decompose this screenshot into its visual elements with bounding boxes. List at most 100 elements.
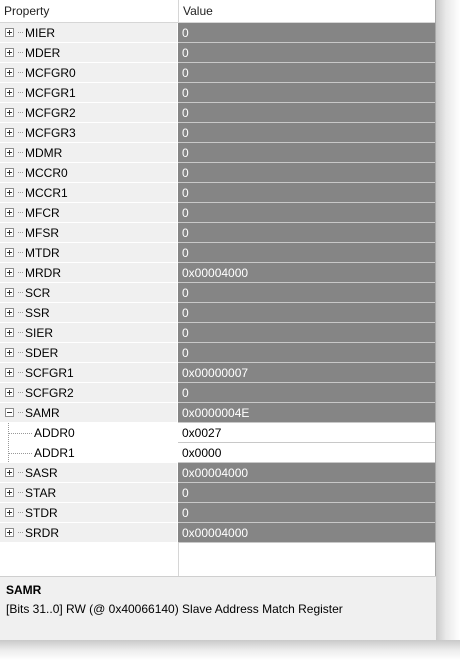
expander[interactable] [0,363,18,382]
value-column-header[interactable]: Value [179,0,435,22]
register-name-cell[interactable]: MCFGR1 [0,83,178,103]
register-value[interactable]: 0 [178,183,435,203]
register-row[interactable]: STAR 0 [0,483,435,503]
expand-icon[interactable] [4,248,14,257]
register-name-cell[interactable]: SSR [0,303,178,323]
expand-icon[interactable] [4,228,14,237]
expand-icon[interactable] [4,328,14,337]
property-column-header[interactable]: Property [0,0,179,22]
expander[interactable] [0,143,18,162]
expand-icon[interactable] [4,288,14,297]
register-row[interactable]: MRDR 0x00004000 [0,263,435,283]
register-name-cell[interactable]: MCCR0 [0,163,178,183]
register-row[interactable]: SASR 0x00004000 [0,463,435,483]
expand-icon[interactable] [4,388,14,397]
register-value[interactable]: 0 [178,143,435,163]
expander[interactable] [0,83,18,102]
register-value[interactable]: 0x00004000 [178,263,435,283]
register-name-cell[interactable]: STDR [0,503,178,523]
register-value[interactable]: 0 [178,163,435,183]
register-name-cell[interactable]: STAR [0,483,178,503]
expander[interactable] [0,123,18,142]
expander[interactable] [0,43,18,62]
register-value[interactable]: 0 [178,103,435,123]
expand-icon[interactable] [4,128,14,137]
register-row[interactable]: MCCR0 0 [0,163,435,183]
field-row[interactable]: ADDR0 0x0027 [0,423,435,443]
register-name-cell[interactable]: SRDR [0,523,178,543]
register-name-cell[interactable]: MCFGR3 [0,123,178,143]
expand-icon[interactable] [4,28,14,37]
register-name-cell[interactable]: MCCR1 [0,183,178,203]
register-name-cell[interactable]: SASR [0,463,178,483]
register-row[interactable]: SRDR 0x00004000 [0,523,435,543]
register-value[interactable]: 0 [178,203,435,223]
expander[interactable] [0,463,18,482]
register-name-cell[interactable]: MCFGR2 [0,103,178,123]
expander[interactable] [0,343,18,362]
expand-icon[interactable] [4,528,14,537]
register-name-cell[interactable]: MIER [0,23,178,43]
register-row[interactable]: MCFGR2 0 [0,103,435,123]
register-row[interactable]: MCFGR3 0 [0,123,435,143]
expand-icon[interactable] [4,308,14,317]
register-name-cell[interactable]: MFCR [0,203,178,223]
register-row[interactable]: SSR 0 [0,303,435,323]
register-value[interactable]: 0x00000007 [178,363,435,383]
register-name-cell[interactable]: SCFGR1 [0,363,178,383]
field-row[interactable]: ADDR1 0x0000 [0,443,435,463]
register-value[interactable]: 0x0000004E [178,403,435,423]
expand-icon[interactable] [4,368,14,377]
register-name-cell[interactable]: MTDR [0,243,178,263]
expand-icon[interactable] [4,188,14,197]
expander[interactable] [0,483,18,502]
expand-icon[interactable] [4,488,14,497]
register-row[interactable]: SAMR 0x0000004E [0,403,435,423]
expander[interactable] [0,523,18,542]
register-value[interactable]: 0 [178,283,435,303]
expand-icon[interactable] [4,168,14,177]
register-row[interactable]: MIER 0 [0,23,435,43]
register-row[interactable]: SCFGR1 0x00000007 [0,363,435,383]
expander[interactable] [0,243,18,262]
field-name-cell[interactable]: ADDR1 [0,443,178,463]
expand-icon[interactable] [4,468,14,477]
expander[interactable] [0,263,18,282]
expand-icon[interactable] [4,68,14,77]
field-value[interactable]: 0x0000 [178,443,435,463]
register-name-cell[interactable]: MDER [0,43,178,63]
register-value[interactable]: 0 [178,23,435,43]
register-value[interactable]: 0 [178,83,435,103]
register-value[interactable]: 0 [178,63,435,83]
expander[interactable] [0,303,18,322]
expander[interactable] [0,283,18,302]
expand-icon[interactable] [4,88,14,97]
expand-icon[interactable] [4,208,14,217]
expand-icon[interactable] [4,348,14,357]
register-row[interactable]: MDMR 0 [0,143,435,163]
register-value[interactable]: 0 [178,383,435,403]
register-row[interactable]: STDR 0 [0,503,435,523]
expand-icon[interactable] [4,48,14,57]
register-row[interactable]: MCFGR1 0 [0,83,435,103]
register-row[interactable]: MTDR 0 [0,243,435,263]
expand-icon[interactable] [4,268,14,277]
expand-icon[interactable] [4,108,14,117]
expand-icon[interactable] [4,508,14,517]
register-row[interactable]: MFSR 0 [0,223,435,243]
register-name-cell[interactable]: MFSR [0,223,178,243]
register-value[interactable]: 0 [178,303,435,323]
register-name-cell[interactable]: MRDR [0,263,178,283]
expander[interactable] [0,63,18,82]
field-name-cell[interactable]: ADDR0 [0,423,178,443]
register-value[interactable]: 0 [178,343,435,363]
register-value[interactable]: 0x00004000 [178,523,435,543]
register-row[interactable]: SCFGR2 0 [0,383,435,403]
collapse-icon[interactable] [4,408,14,417]
register-name-cell[interactable]: SAMR [0,403,178,423]
expand-icon[interactable] [4,148,14,157]
expander[interactable] [0,163,18,182]
register-row[interactable]: SCR 0 [0,283,435,303]
register-row[interactable]: SIER 0 [0,323,435,343]
register-value[interactable]: 0 [178,483,435,503]
